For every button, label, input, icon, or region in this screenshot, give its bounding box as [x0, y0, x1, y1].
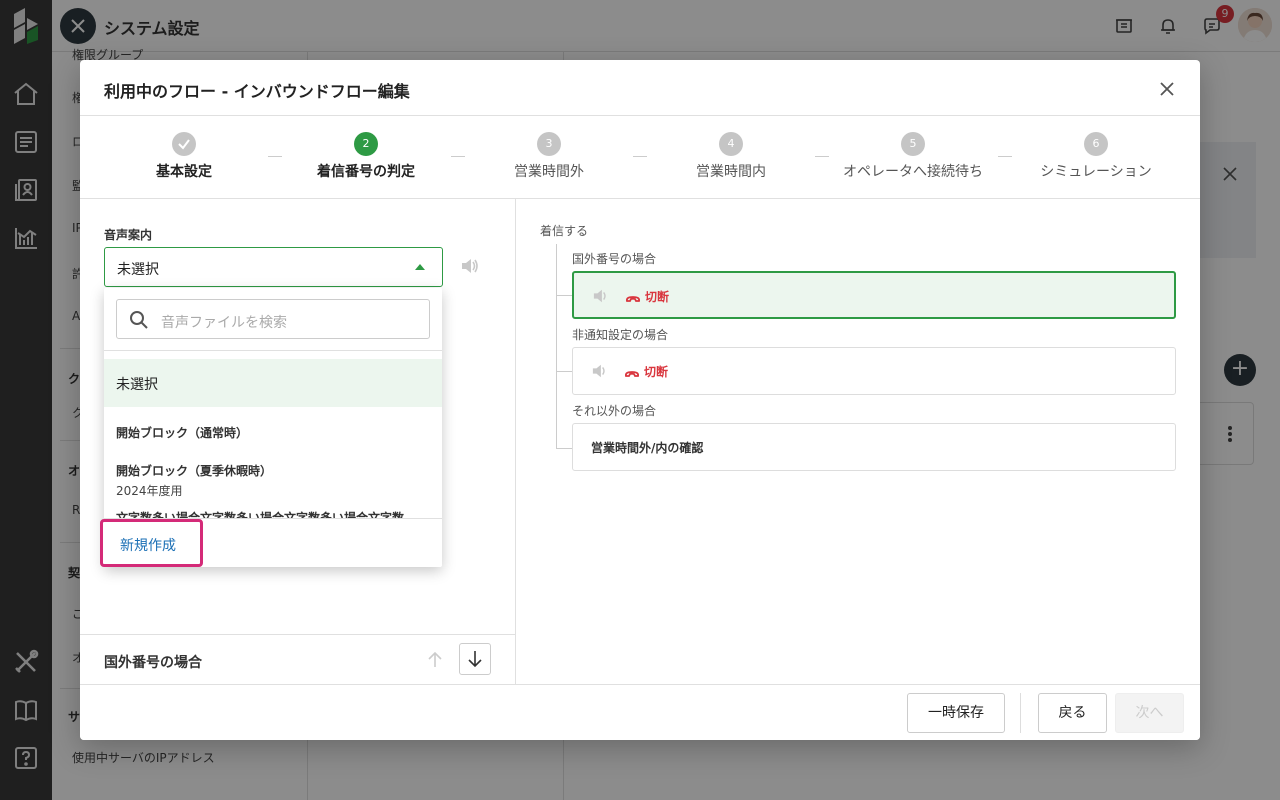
branch-action: 営業時間外/内の確認: [591, 441, 704, 455]
option-label: 未選択: [116, 377, 158, 393]
new-create-button[interactable]: 新規作成: [100, 519, 203, 567]
speaker-icon: [460, 257, 480, 275]
section-label: 国外番号の場合: [104, 655, 202, 671]
section-nav-bar: 国外番号の場合: [80, 634, 516, 684]
option-subtext: 2024年度用: [116, 484, 183, 498]
step-number: 3: [537, 132, 561, 156]
caret-up-icon: [415, 264, 425, 270]
search-icon: [129, 310, 149, 330]
next-button[interactable]: 次へ: [1115, 693, 1184, 733]
voice-guide-dropdown: 音声ファイルを検索 未選択 開始ブロック（通常時） 開始ブロック（夏季休暇時） …: [100, 288, 442, 567]
arrow-down-icon: [468, 651, 482, 668]
stepper: 基本設定 2 着信番号の判定 3 営業時間外 4 営業時間内 5 オペレータへ接…: [80, 116, 1200, 199]
step-after-hours[interactable]: 3 営業時間外: [459, 132, 639, 181]
step-basic-settings[interactable]: 基本設定: [94, 132, 274, 181]
speaker-icon: [591, 363, 609, 379]
step-label: 営業時間内: [696, 164, 766, 180]
branch-action: 切断: [645, 290, 670, 304]
dropdown-option[interactable]: 開始ブロック（夏季休暇時）: [116, 462, 272, 479]
step-label: 基本設定: [156, 164, 212, 180]
hang-up-icon: [624, 365, 640, 377]
tree-line: [556, 295, 572, 296]
flow-root-label: 着信する: [540, 224, 589, 238]
branch-label: それ以外の場合: [572, 404, 657, 418]
step-number-check[interactable]: 2 着信番号の判定: [276, 132, 456, 181]
tree-line: [556, 244, 557, 449]
step-label: オペレータへ接続待ち: [843, 164, 983, 180]
dropdown-option[interactable]: 未選択: [104, 359, 442, 407]
step-label: 営業時間外: [514, 164, 584, 180]
tree-line: [556, 448, 572, 449]
flow-edit-modal: 利用中のフロー - インバウンドフロー編集 基本設定 2 着信番号の判定 3 営…: [80, 60, 1200, 740]
step-label: シミュレーション: [1040, 164, 1152, 180]
tree-line: [556, 371, 572, 372]
branch-action: 切断: [644, 365, 669, 379]
back-button[interactable]: 戻る: [1038, 693, 1107, 733]
save-draft-button[interactable]: 一時保存: [907, 693, 1005, 733]
step-number: 4: [719, 132, 743, 156]
dropdown-option[interactable]: 開始ブロック（通常時）: [116, 424, 248, 441]
branch-foreign-number[interactable]: 切断: [572, 271, 1176, 319]
branch-anonymous[interactable]: 切断: [572, 347, 1176, 395]
search-placeholder: 音声ファイルを検索: [161, 315, 287, 331]
step-number: 2: [354, 132, 378, 156]
check-icon: [172, 132, 196, 156]
speaker-icon: [592, 288, 610, 304]
arrow-up-icon[interactable]: [424, 649, 446, 671]
voice-guide-select[interactable]: 未選択: [104, 247, 443, 287]
step-label: 着信番号の判定: [317, 164, 415, 180]
hang-up-icon: [625, 290, 641, 302]
branch-label: 国外番号の場合: [572, 252, 657, 266]
close-icon[interactable]: [1156, 78, 1178, 100]
branch-label: 非通知設定の場合: [572, 328, 669, 342]
divider: [1020, 693, 1021, 733]
branch-otherwise[interactable]: 営業時間外/内の確認: [572, 423, 1176, 471]
divider: [104, 350, 442, 351]
voice-file-search-input[interactable]: 音声ファイルを検索: [116, 299, 430, 339]
step-number: 6: [1084, 132, 1108, 156]
move-down-button[interactable]: [459, 643, 491, 675]
new-create-label: 新規作成: [120, 538, 176, 554]
step-number: 5: [901, 132, 925, 156]
step-simulation[interactable]: 6 シミュレーション: [1006, 132, 1186, 181]
dropdown-option[interactable]: 文字数多い場合文字数多い場合文字数多い場合文字数…: [116, 509, 426, 518]
voice-guide-label: 音声案内: [104, 228, 153, 242]
step-business-hours[interactable]: 4 営業時間内: [641, 132, 821, 181]
modal-footer: 一時保存 戻る 次へ: [80, 684, 1200, 740]
modal-header: 利用中のフロー - インバウンドフロー編集: [80, 60, 1200, 116]
select-value: 未選択: [117, 262, 159, 278]
flow-tree-pane: 着信する 国外番号の場合 切断 非通知設定の場合 切断 それ以外の場合 営業時間…: [516, 199, 1200, 684]
step-operator-wait[interactable]: 5 オペレータへ接続待ち: [823, 132, 1003, 181]
modal-title: 利用中のフロー - インバウンドフロー編集: [104, 82, 410, 101]
